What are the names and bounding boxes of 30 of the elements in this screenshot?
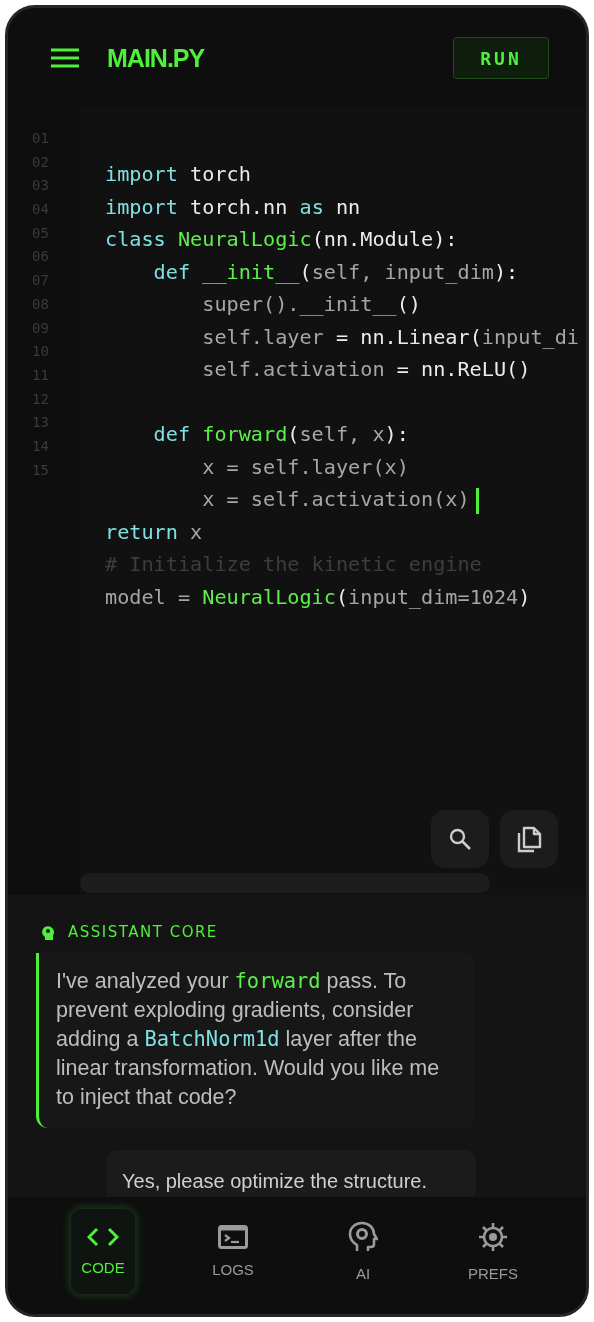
code-line: return x (105, 519, 204, 546)
code-line: def forward(self, x): (152, 422, 410, 448)
code-line: import torch (105, 162, 252, 188)
menu-icon[interactable] (51, 48, 79, 68)
code-line: model = NeuralLogic(input_dim=1024) (105, 584, 532, 611)
code-line: import torch.nn as nn (105, 194, 362, 221)
code-line: def __init__(self, input_dim): (152, 259, 520, 286)
copy-button[interactable] (500, 810, 558, 868)
nav-tab[interactable]: AI (330, 1208, 396, 1295)
head-gear-icon (348, 1221, 378, 1253)
section-label: ASSISTANT CORE (68, 923, 218, 941)
code-line: self.activation = nn.ReLU() (201, 357, 532, 383)
code-line: class NeuralLogic(nn.Module): (105, 227, 459, 253)
code-icon (87, 1227, 119, 1247)
nav-tab[interactable]: LOGS (200, 1208, 266, 1295)
code-line: x = self.layer(x) (201, 454, 410, 481)
nav-tab[interactable]: CODE (70, 1208, 136, 1295)
terminal-icon (218, 1225, 248, 1249)
settings-icon (477, 1221, 509, 1253)
search-icon (448, 827, 472, 851)
code-line: super().__init__() (201, 292, 422, 318)
copy-icon (516, 825, 542, 853)
file-title: MAIN.PY (107, 43, 206, 73)
search-button[interactable] (431, 810, 489, 868)
head-icon (40, 924, 56, 940)
nav-tab[interactable]: PREFS (460, 1208, 526, 1295)
code-line: self.layer = nn.Linear(input_di (201, 324, 581, 351)
user-message: Yes, please optimize the structure. (106, 1150, 476, 1197)
run-button[interactable]: RUN (453, 37, 549, 79)
code-line: x = self.activation(x) (105, 487, 586, 520)
